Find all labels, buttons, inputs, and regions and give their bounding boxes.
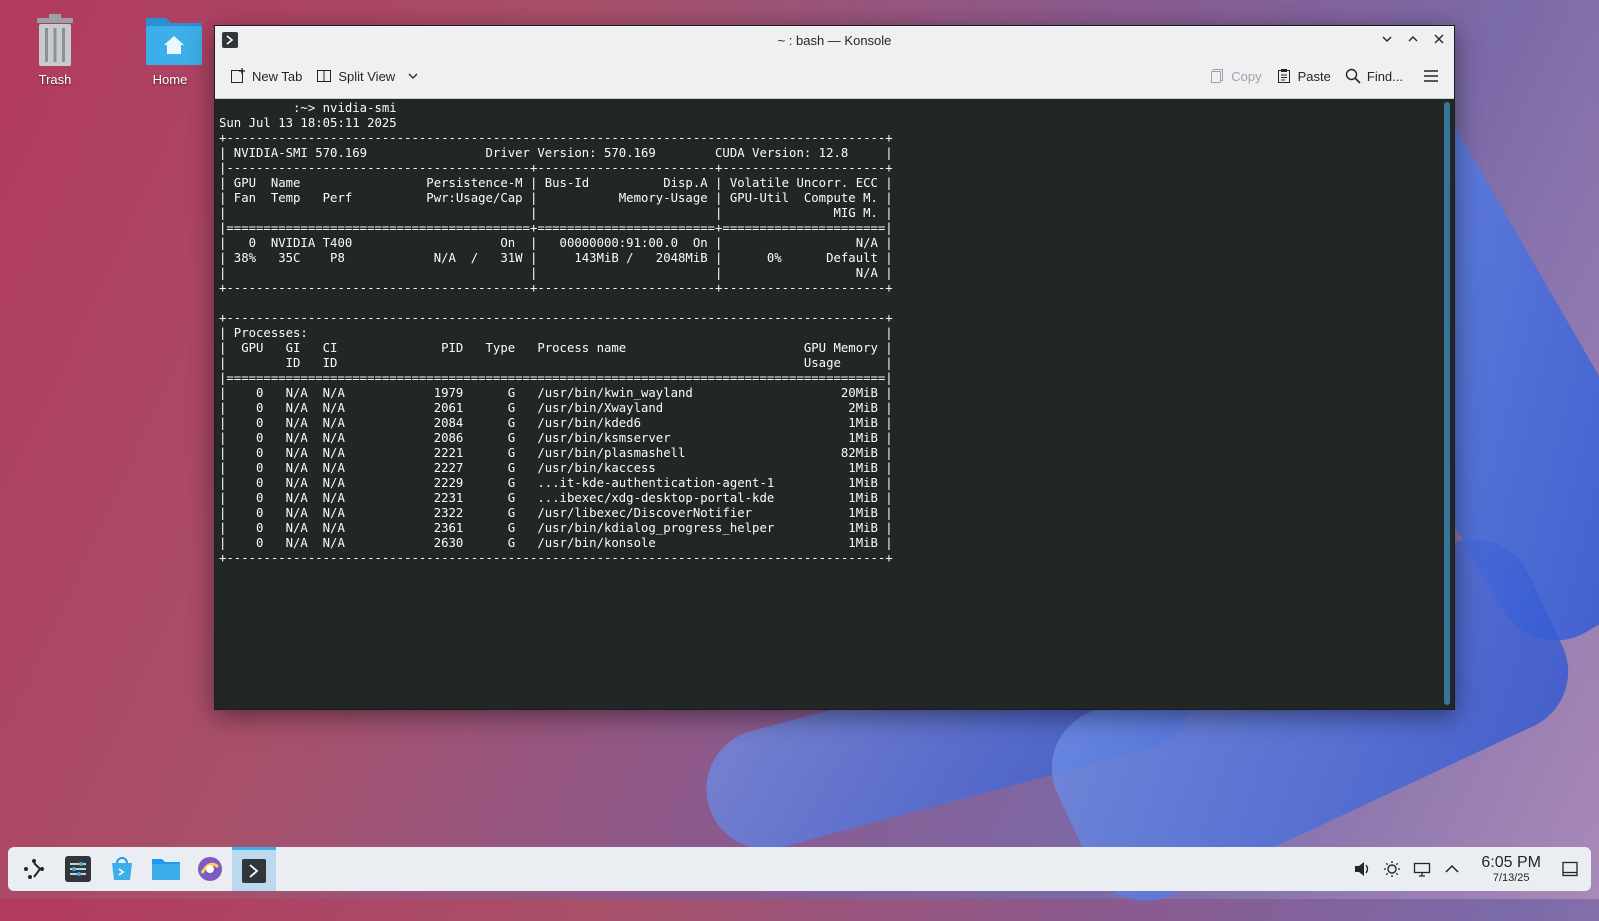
- new-tab-label: New Tab: [252, 68, 303, 84]
- desktop-icon-label: Home: [152, 72, 188, 87]
- terminal-line: | Processes: |: [219, 326, 893, 340]
- terminal-line: +---------------------------------------…: [219, 281, 893, 295]
- clock-time: 6:05 PM: [1481, 854, 1541, 871]
- terminal-line: | 0 N/A N/A 2231 G ...ibexec/xdg-desktop…: [219, 491, 893, 505]
- system-tray: 6:05 PM 7/13/25: [1351, 854, 1587, 884]
- desktop-icon-home[interactable]: Home: [130, 12, 210, 87]
- new-tab-button[interactable]: New Tab: [223, 63, 309, 89]
- desktop-icon-label: Trash: [38, 72, 72, 87]
- clock-date: 7/13/25: [1492, 872, 1530, 884]
- show-desktop-icon: [1562, 861, 1578, 877]
- terminal-line: |=======================================…: [219, 371, 893, 385]
- konsole-app-icon: [222, 32, 238, 48]
- terminal-line: | | | MIG M. |: [219, 206, 893, 220]
- konsole-taskbar-button[interactable]: [232, 847, 276, 891]
- terminal-line: | ID ID Usage |: [219, 356, 893, 370]
- brightness-button[interactable]: [1381, 858, 1403, 880]
- chevron-up-icon: [1408, 36, 1418, 42]
- copy-label: Copy: [1231, 68, 1262, 84]
- search-icon: [1345, 68, 1361, 84]
- settings-icon: [65, 856, 91, 882]
- terminal-line: +---------------------------------------…: [219, 311, 893, 325]
- split-view-icon: [317, 70, 332, 82]
- find-label: Find...: [1366, 68, 1403, 84]
- terminal-line: | 0 N/A N/A 2322 G /usr/libexec/Discover…: [219, 506, 893, 520]
- terminal-output[interactable]: :~> nvidia-smi Sun Jul 13 18:05:11 2025 +-…: [215, 99, 1440, 709]
- discover-button[interactable]: [100, 847, 144, 891]
- window-titlebar[interactable]: ~ : bash — Konsole: [215, 26, 1454, 54]
- terminal-line: | | | N/A |: [219, 266, 893, 280]
- terminal-line: | 0 N/A N/A 2086 G /usr/bin/ksmserver 1M…: [219, 431, 893, 445]
- minimize-button[interactable]: [1378, 30, 1396, 48]
- terminal-line: | 0 N/A N/A 2227 G /usr/bin/kaccess 1MiB…: [219, 461, 893, 475]
- volume-icon: [1355, 862, 1369, 876]
- maximize-button[interactable]: [1404, 30, 1422, 48]
- hamburger-menu-button[interactable]: [1416, 63, 1446, 89]
- trash-icon: [29, 12, 81, 68]
- scrollbar-thumb[interactable]: [1444, 102, 1450, 705]
- find-button[interactable]: Find...: [1338, 63, 1410, 89]
- new-tab-icon: [231, 68, 245, 83]
- konsole-window: ~ : bash — Konsole New Tab Split View Co…: [214, 25, 1455, 710]
- close-icon: [1434, 34, 1444, 44]
- home-folder-icon: [144, 12, 202, 68]
- application-launcher-button[interactable]: [12, 847, 56, 891]
- split-view-button[interactable]: Split View: [309, 63, 426, 89]
- browser-icon: [198, 857, 222, 881]
- kde-launcher-icon: [24, 859, 44, 879]
- brightness-icon: [1384, 861, 1401, 877]
- terminal-scrollbar[interactable]: [1444, 102, 1450, 705]
- terminal-line: +---------------------------------------…: [219, 551, 893, 565]
- terminal-line: |=======================================…: [219, 221, 893, 235]
- digital-clock[interactable]: 6:05 PM 7/13/25: [1481, 854, 1541, 884]
- terminal-line: | Fan Temp Perf Pwr:Usage/Cap | Memory-U…: [219, 191, 893, 205]
- folder-icon: [152, 859, 180, 880]
- dolphin-button[interactable]: [144, 847, 188, 891]
- network-wired-icon: [1414, 862, 1431, 877]
- terminal-icon: [242, 858, 266, 883]
- terminal-line: | 0 N/A N/A 2361 G /usr/bin/kdialog_prog…: [219, 521, 893, 535]
- network-button[interactable]: [1411, 858, 1433, 880]
- store-icon: [112, 857, 132, 880]
- volume-button[interactable]: [1351, 858, 1373, 880]
- chevron-up-icon: [1445, 864, 1459, 873]
- terminal-line: +---------------------------------------…: [219, 131, 893, 145]
- tray-expander-button[interactable]: [1441, 858, 1463, 880]
- konsole-toolbar: New Tab Split View Copy Paste Find...: [215, 54, 1454, 99]
- terminal-line: | GPU Name Persistence-M | Bus-Id Disp.A…: [219, 176, 893, 190]
- terminal-line: | 38% 35C P8 N/A / 31W | 143MiB / 2048Mi…: [219, 251, 893, 265]
- close-button[interactable]: [1430, 30, 1448, 48]
- terminal-line: | 0 N/A N/A 2221 G /usr/bin/plasmashell …: [219, 446, 893, 460]
- terminal-line: | 0 N/A N/A 2084 G /usr/bin/kded6 1MiB |: [219, 416, 893, 430]
- terminal-line: | 0 N/A N/A 2061 G /usr/bin/Xwayland 2Mi…: [219, 401, 893, 415]
- terminal-line: | 0 N/A N/A 1979 G /usr/bin/kwin_wayland…: [219, 386, 893, 400]
- terminal-line: |---------------------------------------…: [219, 161, 893, 175]
- desktop-icon-trash[interactable]: Trash: [15, 12, 95, 87]
- terminal-line: Sun Jul 13 18:05:11 2025: [219, 116, 397, 130]
- paste-icon: [1277, 69, 1290, 83]
- paste-label: Paste: [1297, 68, 1331, 84]
- window-title: ~ : bash — Konsole: [777, 32, 892, 48]
- copy-button[interactable]: Copy: [1202, 63, 1268, 89]
- hamburger-menu-icon: [1424, 70, 1438, 82]
- terminal-line: | NVIDIA-SMI 570.169 Driver Version: 570…: [219, 146, 893, 160]
- chevron-down-icon: [408, 73, 418, 79]
- chevron-down-icon: [1382, 36, 1392, 42]
- terminal-line: | 0 N/A N/A 2229 G ...it-kde-authenticat…: [219, 476, 893, 490]
- taskbar: 6:05 PM 7/13/25: [8, 847, 1591, 891]
- terminal-prompt-line: :~> nvidia-smi: [219, 101, 397, 115]
- browser-button[interactable]: [188, 847, 232, 891]
- copy-icon: [1211, 69, 1224, 83]
- show-desktop-button[interactable]: [1559, 858, 1581, 880]
- terminal-line: | 0 NVIDIA T400 On | 00000000:91:00.0 On…: [219, 236, 893, 250]
- terminal-line: | 0 N/A N/A 2630 G /usr/bin/konsole 1MiB…: [219, 536, 893, 550]
- paste-button[interactable]: Paste: [1269, 63, 1338, 89]
- system-settings-button[interactable]: [56, 847, 100, 891]
- split-view-label: Split View: [338, 68, 396, 84]
- terminal-line: | GPU GI CI PID Type Process name GPU Me…: [219, 341, 893, 355]
